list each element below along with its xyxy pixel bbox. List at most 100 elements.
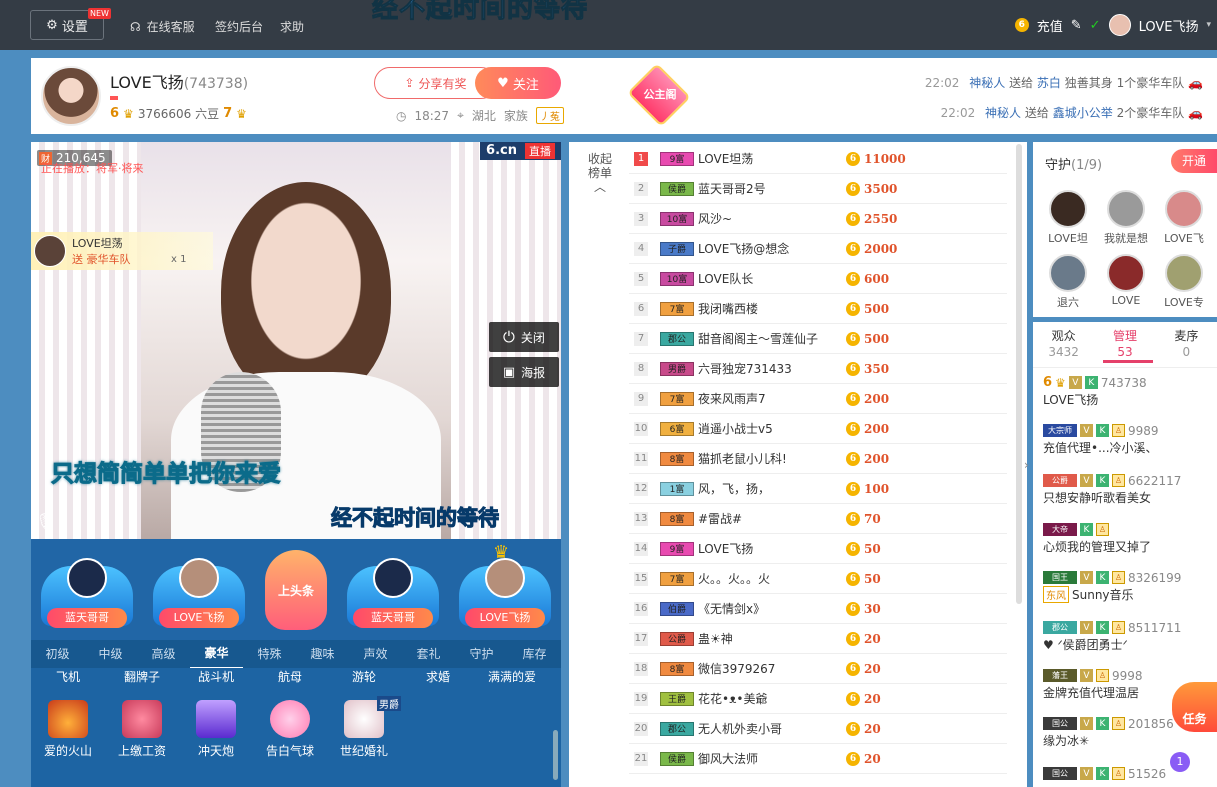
collapse-ranking-button[interactable]: 收起榜单 ︿ (569, 152, 631, 194)
princess-pavilion-badge[interactable]: 公主阁 (625, 63, 695, 127)
gift-tab[interactable]: 特殊 (243, 640, 296, 668)
tab-mic-queue[interactable]: 麦序 0 (1156, 328, 1217, 367)
ranking-row[interactable]: 16 伯爵 《无情剑x》 6 30 (629, 594, 1007, 624)
ranking-row[interactable]: 17 公爵 蛊☀神 6 20 (629, 624, 1007, 654)
edit-icon[interactable]: ✎ (1071, 18, 1082, 33)
seat[interactable]: 蓝天哥哥 (347, 546, 439, 636)
ranking-row[interactable]: 2 侯爵 蓝天哥哥2号 6 3500 (629, 174, 1007, 204)
guard-member[interactable]: LOVE飞 (1155, 190, 1213, 246)
gift-tab[interactable]: 库存 (508, 640, 561, 668)
recharge-link[interactable]: 充值 (1037, 16, 1063, 35)
rank-user-name[interactable]: 《无情剑x》 (698, 600, 838, 617)
gift-item[interactable]: 求婚 (401, 668, 475, 686)
guard-member[interactable]: 我就是想 (1097, 190, 1155, 246)
ranking-row[interactable]: 15 7富 火。。火。。火 6 50 (629, 564, 1007, 594)
user-row[interactable]: 国王 V K ♙ 8326199 东风 Sunny音乐 (1043, 569, 1217, 603)
rank-user-name[interactable]: 我闭嘴西楼 (698, 300, 838, 317)
seat[interactable]: LOVE飞扬 (153, 546, 245, 636)
guard-member[interactable]: 退六 (1039, 254, 1097, 310)
gift-tab[interactable]: 声效 (349, 640, 402, 668)
user-name[interactable]: LOVE飞扬 (1139, 16, 1199, 35)
user-row[interactable]: 6 ♛ V K 743738 LOVE飞扬 (1043, 374, 1217, 408)
ranking-row[interactable]: 8 男爵 六哥独宠731433 6 350 (629, 354, 1007, 384)
rank-user-name[interactable]: 无人机外卖小哥 (698, 720, 838, 737)
rank-user-name[interactable]: 风沙~ (698, 210, 838, 227)
gift-item[interactable]: 爱的火山 (31, 700, 105, 780)
ranking-row[interactable]: 7 郡公 甜音阁阁主～雪莲仙子 6 500 (629, 324, 1007, 354)
user-row[interactable]: 大帝 K ♙ 心烦我的管理又掉了 (1043, 521, 1217, 555)
help-link[interactable]: 求助 (280, 18, 304, 35)
gift-tab-active[interactable]: 豪华 (190, 639, 243, 669)
close-video-button[interactable]: ⏻ 关闭 (489, 322, 559, 352)
rank-user-name[interactable]: 蓝天哥哥2号 (698, 180, 838, 197)
open-guard-button[interactable]: 开通 (1171, 149, 1217, 173)
ranking-scrollbar[interactable] (1016, 144, 1022, 604)
rank-user-name[interactable]: 风，飞，扬， (698, 480, 838, 497)
customer-service-link[interactable]: ☊ 在线客服 (130, 18, 195, 35)
ranking-row[interactable]: 13 8富 #雷战# 6 70 (629, 504, 1007, 534)
gift-scrollbar[interactable] (553, 730, 558, 780)
gift-item[interactable]: 告白气球 (253, 700, 327, 780)
seat[interactable]: LOVE飞扬 ♛ (459, 542, 551, 636)
ranking-row[interactable]: 12 1富 风，飞，扬， 6 100 (629, 474, 1007, 504)
ranking-row[interactable]: 19 王爵 花花•ᴥ•美爺 6 20 (629, 684, 1007, 714)
gift-item[interactable]: 游轮 (327, 668, 401, 686)
gift-item[interactable]: 上缴工资 (105, 700, 179, 780)
rank-user-name[interactable]: 甜音阁阁主～雪莲仙子 (698, 330, 838, 347)
rank-user-name[interactable]: 花花•ᴥ•美爺 (698, 690, 838, 707)
rank-user-name[interactable]: 逍遥小战士v5 (698, 420, 838, 437)
gift-tab[interactable]: 趣味 (296, 640, 349, 668)
gift-item[interactable]: 世纪婚礼 男爵 (327, 696, 401, 780)
gift-item[interactable]: 满满的爱 (475, 668, 549, 686)
ranking-row[interactable]: 10 6富 逍遥小战士v5 6 200 (629, 414, 1007, 444)
rank-user-name[interactable]: 蛊☀神 (698, 630, 838, 647)
user-row[interactable]: 大宗师 V K ♙ 9989 充值代理•...冷小溪、 (1043, 422, 1217, 456)
task-button[interactable]: 任务 (1172, 682, 1217, 732)
gift-tab[interactable]: 套礼 (402, 640, 455, 668)
ranking-row[interactable]: 20 郡公 无人机外卖小哥 6 20 (629, 714, 1007, 744)
chevron-right-icon[interactable]: › (1024, 458, 1029, 472)
rank-user-name[interactable]: #雷战# (698, 510, 838, 527)
rank-user-name[interactable]: 猫抓老鼠小儿科! (698, 450, 838, 467)
gift-item[interactable]: 战斗机 (179, 668, 253, 686)
seat[interactable]: 蓝天哥哥 (41, 546, 133, 636)
gift-item[interactable]: 冲天炮 (179, 700, 253, 780)
follow-button[interactable]: ♥ 关注 (475, 67, 561, 99)
ranking-row[interactable]: 4 子爵 LOVE飞扬@想念 6 2000 (629, 234, 1007, 264)
sign-backend-link[interactable]: 签约后台 (215, 18, 263, 35)
ranking-row[interactable]: 18 8富 微信3979267 6 20 (629, 654, 1007, 684)
rank-user-name[interactable]: LOVE飞扬 (698, 540, 838, 557)
rank-user-name[interactable]: 微信3979267 (698, 660, 838, 677)
gift-tab[interactable]: 初级 (31, 640, 84, 668)
guard-member[interactable]: LOVE (1097, 254, 1155, 307)
user-row[interactable]: 郡公 V K ♙ 8511711 ♥ ᐟ侯爵团勇士ᐟ (1043, 619, 1217, 653)
gift-tab[interactable]: 中级 (84, 640, 137, 668)
user-row[interactable]: 公爵 V K ♙ 6622117 只想安静听歌看美女 (1043, 472, 1217, 506)
ranking-row[interactable]: 21 侯爵 御风大法师 6 20 (629, 744, 1007, 774)
poster-button[interactable]: ▣ 海报 (489, 357, 559, 387)
guard-member[interactable]: LOVE坦 (1039, 190, 1097, 246)
rank-user-name[interactable]: 御风大法师 (698, 750, 838, 767)
rank-user-name[interactable]: 六哥独宠731433 (698, 360, 838, 377)
user-avatar[interactable] (1108, 14, 1131, 36)
ranking-row[interactable]: 11 8富 猫抓老鼠小儿科! 6 200 (629, 444, 1007, 474)
gift-item[interactable]: 翻牌子 (105, 668, 179, 686)
ranking-row[interactable]: 6 7富 我闭嘴西楼 6 500 (629, 294, 1007, 324)
headline-button[interactable]: 上头条 (265, 550, 327, 630)
guard-member[interactable]: LOVE专 (1155, 254, 1213, 310)
rank-user-name[interactable]: LOVE队长 (698, 270, 838, 287)
rank-user-name[interactable]: 夜来风雨声7 (698, 390, 838, 407)
rank-user-name[interactable]: 火。。火。。火 (698, 570, 838, 587)
tab-audience[interactable]: 观众 3432 (1033, 328, 1094, 367)
gift-tab[interactable]: 高级 (137, 640, 190, 668)
family-tag[interactable]: 丿菟 (535, 107, 564, 124)
check-icon[interactable]: ✓ (1090, 18, 1101, 33)
ranking-row[interactable]: 14 9富 LOVE飞扬 6 50 (629, 534, 1007, 564)
ranking-row[interactable]: 9 7富 夜来风雨声7 6 200 (629, 384, 1007, 414)
user-menu-chevron-icon[interactable]: ▾ (1206, 20, 1211, 30)
gift-tab[interactable]: 守护 (455, 640, 508, 668)
gift-item[interactable]: 飞机 (31, 668, 105, 686)
ranking-row[interactable]: 5 10富 LOVE队长 6 600 (629, 264, 1007, 294)
ranking-row[interactable]: 1 9富 LOVE坦荡 6 11000 (629, 144, 1007, 174)
anchor-avatar[interactable] (41, 66, 101, 126)
